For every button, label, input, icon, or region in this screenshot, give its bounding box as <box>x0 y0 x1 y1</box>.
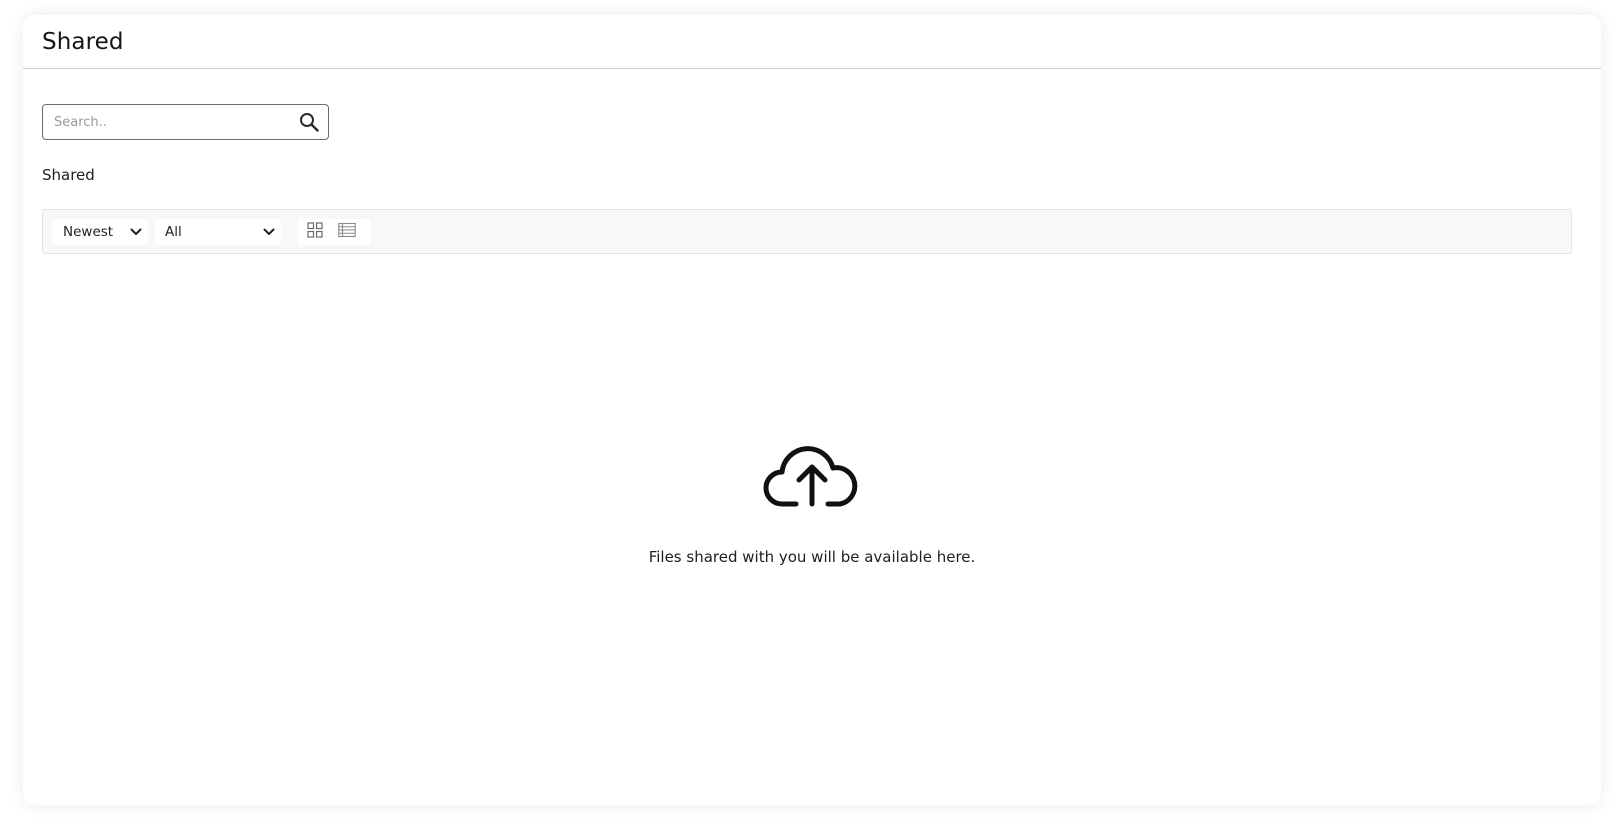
section-label: Shared <box>42 166 95 184</box>
shared-panel: Shared Shared Newest All <box>23 15 1601 805</box>
sort-selected-value: Newest <box>63 223 114 240</box>
sort-dropdown[interactable]: Newest <box>52 218 148 245</box>
search-box <box>42 104 329 140</box>
empty-state-message: Files shared with you will be available … <box>648 548 976 566</box>
filter-dropdown[interactable]: All <box>155 218 281 245</box>
chevron-down-icon <box>263 224 275 240</box>
chevron-down-icon <box>130 224 142 240</box>
view-toggle <box>297 218 371 245</box>
list-view-button[interactable] <box>334 221 360 243</box>
filter-selected-value: All <box>165 223 182 240</box>
grid-view-button[interactable] <box>302 221 328 243</box>
page-title: Shared <box>42 28 124 55</box>
grid-icon <box>307 221 323 242</box>
list-icon <box>338 222 356 242</box>
search-input[interactable] <box>43 105 290 139</box>
search-icon[interactable] <box>290 105 328 139</box>
files-toolbar: Newest All <box>42 209 1572 254</box>
panel-header: Shared <box>23 15 1601 69</box>
cloud-upload-icon <box>762 434 862 512</box>
empty-state: Files shared with you will be available … <box>23 434 1601 566</box>
